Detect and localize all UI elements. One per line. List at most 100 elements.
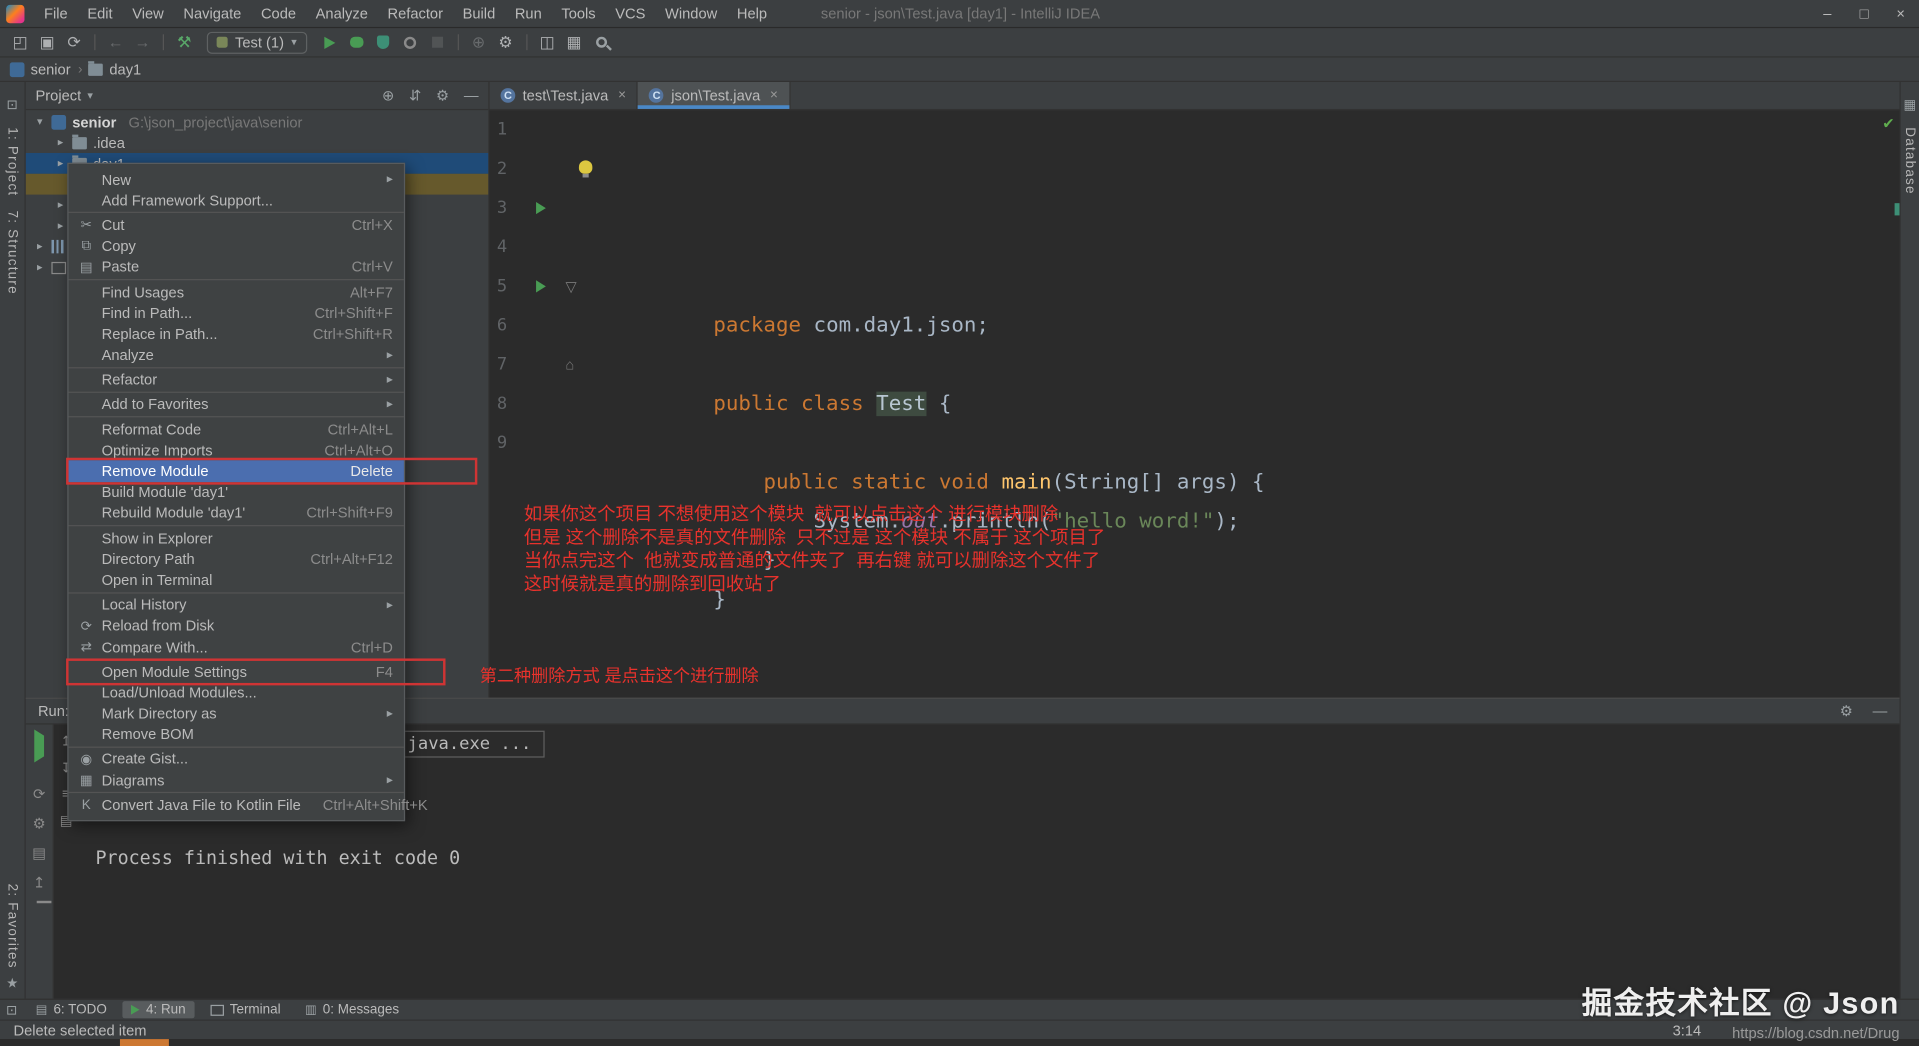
menu-item[interactable]: ▤ Paste Ctrl+V (69, 257, 404, 278)
menu-item[interactable]: ⟳ Reload from Disk (69, 615, 404, 636)
open-icon[interactable]: ◰ (7, 30, 33, 54)
rerun-icon[interactable] (34, 736, 44, 758)
menu-item[interactable]: Open in Terminal (69, 570, 404, 591)
stop-icon[interactable] (424, 30, 450, 54)
code-lines[interactable]: package com.day1.json; public class Test… (553, 110, 1899, 697)
minimize-button[interactable]: – (1809, 5, 1846, 22)
menu-bar-item[interactable]: Build (453, 5, 505, 22)
menu-item[interactable]: Rebuild Module 'day1' Ctrl+Shift+F9 (69, 503, 404, 524)
close-button[interactable]: × (1882, 5, 1919, 22)
breadcrumb-item[interactable]: › day1 (78, 61, 141, 78)
editor-tab[interactable]: C json\Test.java × (638, 82, 790, 109)
code-line[interactable]: package com.day1.json; (563, 110, 1899, 149)
menu-item[interactable]: Find Usages Alt+F7 (69, 281, 404, 302)
window-switcher-icon[interactable]: ⊡ (6, 1002, 17, 1018)
tab-close-icon[interactable]: × (618, 88, 626, 103)
run-line-icon[interactable] (536, 202, 546, 214)
expand-arrow-icon[interactable]: ▸ (34, 261, 45, 274)
hide-panel-icon[interactable]: — (1873, 703, 1888, 720)
tool-window-tab[interactable]: 4: Run (123, 1001, 195, 1018)
menu-bar-item[interactable]: Tools (552, 5, 606, 22)
menu-bar-item[interactable]: VCS (605, 5, 655, 22)
run-icon[interactable] (316, 30, 342, 54)
menu-bar-item[interactable]: View (122, 5, 173, 22)
project-panel-title[interactable]: Project (35, 87, 81, 104)
expand-arrow-icon[interactable]: ▸ (34, 240, 45, 253)
menu-bar-item[interactable]: Analyze (306, 5, 378, 22)
tool-window-button[interactable]: 7: Structure (5, 211, 20, 295)
tool-window-switcher-icon[interactable]: ⊡ (7, 97, 18, 113)
menu-item[interactable]: Directory Path Ctrl+Alt+F12 (69, 549, 404, 570)
save-icon[interactable]: ▣ (34, 30, 60, 54)
tree-row[interactable]: ▸ .idea (26, 132, 489, 153)
run-configuration-select[interactable]: Test (1) ▾ (207, 31, 307, 53)
menu-item[interactable]: Find in Path... Ctrl+Shift+F (69, 302, 404, 323)
code-line[interactable]: ▽ public static void main(String[] args)… (563, 267, 1899, 306)
code-line[interactable]: System.out.println("hello word!"); (563, 306, 1899, 345)
build-hammer-icon[interactable]: ⚒ (171, 30, 197, 54)
menu-item[interactable]: Replace in Path... Ctrl+Shift+R (69, 323, 404, 344)
debug-icon[interactable] (343, 30, 369, 54)
menu-item[interactable]: ▦ Diagrams ▸ (69, 770, 404, 791)
menu-item[interactable]: Local History ▸ (69, 594, 404, 615)
coverage-icon[interactable] (370, 30, 396, 54)
layout-editor-icon[interactable]: ◫ (534, 30, 560, 54)
gear-icon[interactable]: ⚙ (436, 87, 449, 104)
menu-item[interactable]: Show in Explorer (69, 528, 404, 549)
menu-item[interactable]: Refactor ▸ (69, 369, 404, 390)
attach-icon[interactable]: ⊕ (466, 30, 492, 54)
collapse-all-icon[interactable]: ⇵ (409, 87, 421, 104)
tool-window-tab[interactable]: 0: Messages (297, 1001, 408, 1018)
menu-bar-item[interactable]: Help (727, 5, 777, 22)
sync-icon[interactable]: ⟳ (61, 30, 87, 54)
intention-bulb-icon[interactable] (579, 160, 592, 173)
code-line[interactable]: ⌂ } (563, 345, 1899, 384)
menu-item[interactable]: Add to Favorites ▸ (69, 394, 404, 415)
hide-panel-icon[interactable]: — (464, 87, 479, 104)
tool-window-button[interactable]: Database (1903, 127, 1918, 194)
tool-window-button[interactable]: 2: Favorites (5, 883, 20, 968)
expand-arrow-icon[interactable]: ▸ (55, 198, 66, 211)
wrench-icon[interactable]: ⚙ (493, 30, 519, 54)
expand-arrow-icon[interactable]: ▸ (55, 219, 66, 232)
tool-window-tab[interactable]: Terminal (202, 1001, 290, 1018)
menu-item[interactable]: ⇄ Compare With... Ctrl+D (69, 636, 404, 657)
tool-window-tab[interactable]: 6: TODO (27, 1001, 115, 1018)
run-line-icon[interactable] (536, 280, 546, 292)
editor-tab[interactable]: C test\Test.java × (490, 82, 639, 109)
menu-item[interactable]: Add Framework Support... (69, 190, 404, 211)
menu-item[interactable]: ◉ Create Gist... (69, 749, 404, 770)
favorites-star-icon[interactable]: ★ (6, 975, 18, 991)
menu-item[interactable]: K Convert Java File to Kotlin File Ctrl+… (69, 795, 404, 816)
code-line[interactable] (563, 228, 1899, 267)
breadcrumb-item[interactable]: senior (10, 61, 71, 78)
menu-item[interactable]: ⧉ Copy (69, 236, 404, 257)
expand-arrow-icon[interactable]: ▸ (55, 136, 66, 149)
chevron-down-icon[interactable]: ▾ (87, 89, 93, 102)
grid-icon[interactable]: ▦ (1904, 97, 1917, 113)
menu-bar-item[interactable]: Code (251, 5, 306, 22)
layout-windows-icon[interactable]: ▦ (561, 30, 587, 54)
menu-bar-item[interactable]: Refactor (378, 5, 453, 22)
restart-icon[interactable]: ⟳ (33, 787, 45, 802)
code-line[interactable]: } (563, 384, 1899, 423)
gear-icon[interactable]: ⚙ (1840, 703, 1853, 720)
menu-bar-item[interactable]: Window (655, 5, 727, 22)
scroll-up-icon[interactable]: ↥ (33, 875, 45, 890)
menu-bar-item[interactable]: Navigate (174, 5, 252, 22)
code-line[interactable]: public class Test { (563, 188, 1899, 227)
code-line[interactable] (563, 149, 1899, 188)
search-everywhere-icon[interactable] (588, 30, 614, 54)
expand-arrow-icon[interactable]: ▾ (34, 115, 45, 128)
inspections-ok-icon[interactable]: ✔ (1882, 115, 1894, 132)
profiler-icon[interactable] (397, 30, 423, 54)
forward-icon[interactable]: → (130, 30, 156, 54)
expand-arrow-icon[interactable]: ▸ (55, 157, 66, 170)
menu-item[interactable]: Build Module 'day1' (69, 482, 404, 503)
tab-close-icon[interactable]: × (770, 88, 778, 103)
settings-icon[interactable]: ⚙ (33, 816, 46, 831)
print-icon[interactable]: ▤ (32, 846, 46, 861)
menu-bar-item[interactable]: Edit (78, 5, 123, 22)
menu-item[interactable]: Remove BOM (69, 724, 404, 745)
menu-item[interactable]: Analyze ▸ (69, 345, 404, 366)
